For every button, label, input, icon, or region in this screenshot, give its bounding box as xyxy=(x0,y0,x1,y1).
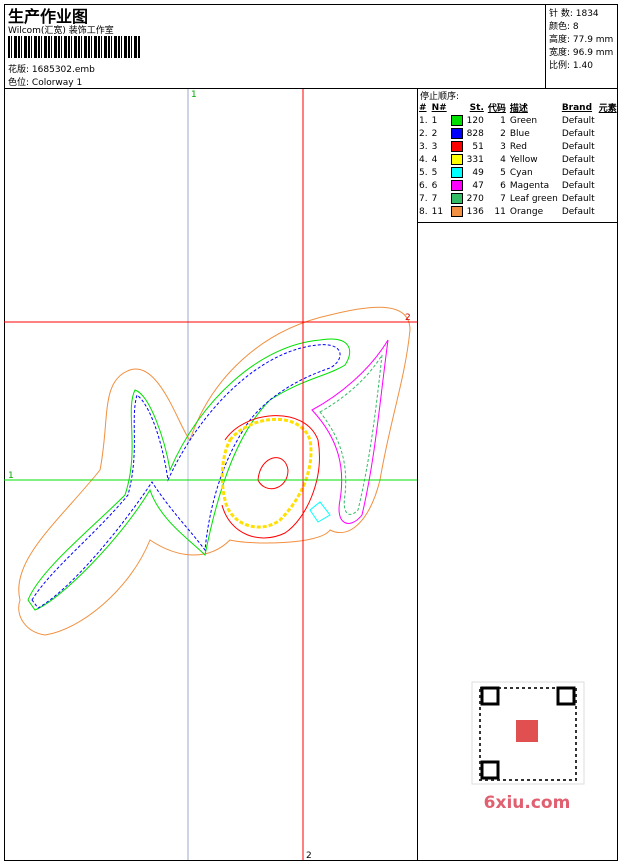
design-canvas: 1 1 2 2 6xiu.com xyxy=(4,89,585,861)
yellow-fill xyxy=(220,417,313,529)
watermark-text: 6xiu.com xyxy=(484,793,571,813)
cyan-element xyxy=(309,501,331,523)
qr-code-watermark: 6xiu.com xyxy=(471,681,585,813)
leaf-green-fill xyxy=(319,354,383,515)
blue-fill xyxy=(31,344,341,609)
marker-left: 1 xyxy=(8,471,14,481)
production-worksheet: 生产作业图 Wilcom(汇宽) 装饰工作室 花版: 1685302.emb 色… xyxy=(0,0,620,861)
marker-top: 1 xyxy=(191,90,197,100)
marker-right: 2 xyxy=(405,313,411,323)
red-inner xyxy=(257,457,289,490)
marker-bottom: 2 xyxy=(306,851,312,861)
